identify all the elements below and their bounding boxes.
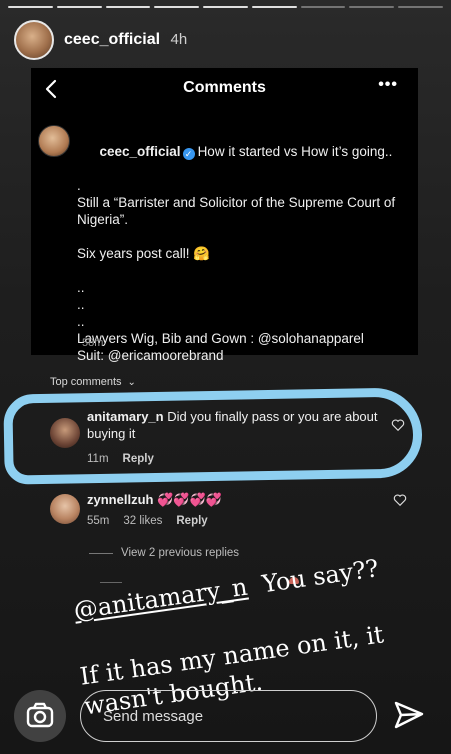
post-avatar: [38, 125, 70, 157]
comment-username[interactable]: anitamary_n: [87, 409, 164, 424]
caption-line: Still a “Barrister and Solicitor of the …: [77, 195, 399, 227]
avatar[interactable]: [50, 418, 80, 448]
panel-header: Comments •••: [31, 68, 418, 108]
divider: [100, 582, 122, 583]
story-time: 4h: [170, 31, 188, 48]
camera-button[interactable]: [14, 690, 66, 742]
caption-line: How it started vs How it’s going..: [197, 144, 393, 159]
heart-icon[interactable]: [391, 418, 405, 432]
divider: [89, 552, 113, 554]
comment-body: 💞💞💞💞: [157, 492, 222, 507]
comment-meta: 11m Reply: [87, 453, 154, 465]
heart-icon[interactable]: [393, 493, 407, 507]
verified-badge-icon: ✓: [182, 148, 195, 160]
camera-icon: [26, 702, 54, 728]
caption-line: ..: [77, 280, 85, 295]
comment-likes[interactable]: 32 likes: [123, 515, 162, 527]
comment-meta: 55m 32 likes Reply: [87, 515, 208, 527]
post-username: ceec_official: [99, 144, 181, 159]
reply-button[interactable]: Reply: [176, 515, 207, 527]
caption-line: ..: [77, 314, 85, 329]
comment-time: 11m: [87, 453, 109, 465]
view-replies-link[interactable]: View 2 previous replies: [89, 547, 239, 559]
send-message-input[interactable]: Send message: [80, 690, 377, 742]
top-comments-label: Top comments: [50, 376, 122, 388]
comment-time: 55m: [87, 515, 110, 527]
avatar[interactable]: [14, 20, 54, 60]
reply-button[interactable]: Reply: [123, 453, 154, 465]
send-icon[interactable]: [392, 698, 426, 732]
caption-line: .: [77, 178, 81, 193]
story-header[interactable]: ceec_official 4h: [14, 18, 187, 62]
post-timestamp: 58m: [82, 337, 104, 349]
comment-text: zynnellzuh 💞💞💞💞: [87, 491, 387, 508]
caption-line: Six years post call! 🤗: [77, 246, 211, 261]
story-username[interactable]: ceec_official: [64, 31, 160, 48]
view-replies-label: View 2 previous replies: [121, 547, 240, 559]
comment-text: anitamary_n Did you finally pass or you …: [87, 408, 387, 442]
top-comments-toggle[interactable]: Top comments ⌄: [50, 376, 136, 388]
post-caption: ceec_official ✓ How it started vs How it’s…: [77, 126, 412, 364]
more-options-icon: •••: [378, 76, 398, 93]
avatar[interactable]: [50, 494, 80, 524]
chevron-down-icon: ⌄: [127, 377, 136, 388]
caption-line: ..: [77, 297, 85, 312]
comment-username[interactable]: zynnellzuh: [87, 492, 153, 507]
page-title: Comments: [183, 79, 266, 96]
story-progress-bar: [8, 6, 444, 8]
comments-screenshot-panel: Comments ••• ceec_official ✓ How it starte…: [31, 68, 418, 363]
caption-line: Lawyers Wig, Bib and Gown : @solohanappa…: [77, 331, 364, 346]
caption-line: Suit: @ericamoorebrand: [77, 348, 224, 363]
